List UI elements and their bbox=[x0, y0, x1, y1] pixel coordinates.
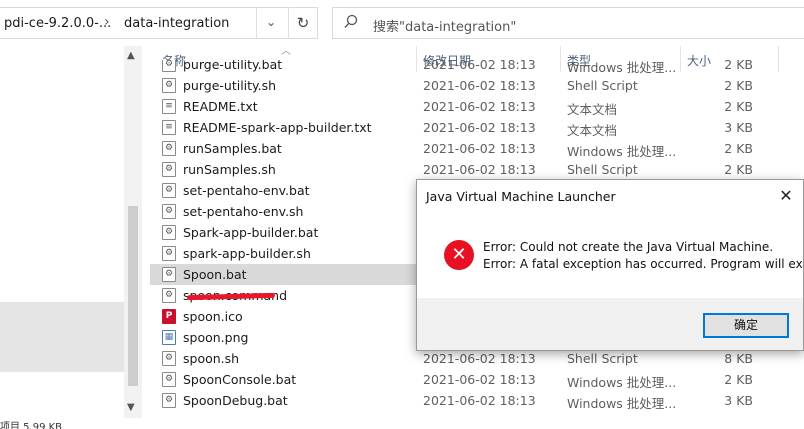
file-size: 3 KB bbox=[724, 120, 753, 135]
file-name: spoon.sh bbox=[183, 351, 240, 366]
error-icon: ✕ bbox=[444, 240, 474, 270]
file-row[interactable]: ≡ README-spark-app-builder.txt 2021-06-02 … bbox=[150, 117, 804, 138]
file-name: purge-utility.sh bbox=[183, 78, 277, 93]
bat-file-icon: ⚙ bbox=[162, 393, 176, 408]
sh-file-icon: ⚙ bbox=[162, 78, 176, 93]
scroll-up-icon[interactable]: ▲ bbox=[127, 50, 135, 61]
file-name: runSamples.bat bbox=[183, 141, 282, 156]
scroll-down-icon[interactable]: ▼ bbox=[127, 402, 135, 413]
close-icon: ✕ bbox=[779, 186, 793, 205]
file-type: Shell Script bbox=[567, 162, 638, 177]
file-size: 2 KB bbox=[724, 60, 753, 72]
file-name: README-spark-app-builder.txt bbox=[183, 120, 372, 135]
search-box[interactable]: 搜索"data-integration" bbox=[332, 7, 804, 39]
error-message-line2: Error: A fatal exception has occurred. P… bbox=[483, 257, 804, 271]
refresh-button[interactable]: ↻ bbox=[288, 7, 318, 39]
file-row[interactable]: ⚙ SpoonDebug.bat 2021-06-02 18:13 Windows 批… bbox=[150, 390, 804, 411]
file-type: Windows 批处理... bbox=[567, 396, 677, 411]
bat-file-icon: ⚙ bbox=[162, 372, 176, 387]
file-row[interactable]: ⚙ SpoonConsole.bat 2021-06-02 18:13 Windows… bbox=[150, 369, 804, 390]
file-date: 2021-06-02 18:13 bbox=[423, 78, 536, 93]
file-name: spoon.png bbox=[183, 330, 249, 345]
search-icon bbox=[344, 14, 358, 28]
nav-scrollbar[interactable]: ▲ ▼ bbox=[124, 46, 142, 418]
toolbar: pdi-ce-9.2.0.0-... › data-integration ⌄ … bbox=[0, 0, 804, 46]
file-type: 文本文档 bbox=[567, 102, 618, 117]
file-row[interactable]: ⚙ runSamples.sh 2021-06-02 18:13 Shell Scri… bbox=[150, 159, 804, 180]
file-name: set-pentaho-env.sh bbox=[183, 204, 304, 219]
file-size: 2 KB bbox=[724, 141, 753, 156]
file-name: Spark-app-builder.bat bbox=[183, 225, 319, 240]
file-date: 2021-06-02 18:13 bbox=[423, 120, 536, 135]
txt-file-icon: ≡ bbox=[162, 120, 176, 135]
status-bar-text: 项目 5.99 KB bbox=[0, 422, 63, 429]
file-date: 2021-06-02 18:13 bbox=[423, 372, 536, 387]
file-date: 2021-06-02 18:13 bbox=[423, 351, 536, 366]
file-type: 文本文档 bbox=[567, 123, 618, 138]
file-date: 2021-06-02 18:13 bbox=[423, 99, 536, 114]
bat-file-icon: ⚙ bbox=[162, 60, 176, 72]
sh-file-icon: ⚙ bbox=[162, 204, 176, 219]
file-date: 2021-06-02 18:13 bbox=[423, 162, 536, 177]
file-size: 8 KB bbox=[724, 351, 753, 366]
txt-file-icon: ≡ bbox=[162, 99, 176, 114]
breadcrumb-segment-parent[interactable]: pdi-ce-9.2.0.0-... bbox=[4, 16, 111, 31]
file-date: 2021-06-02 18:13 bbox=[423, 141, 536, 156]
bat-file-icon: ⚙ bbox=[162, 141, 176, 156]
file-size: 2 KB bbox=[724, 372, 753, 387]
chevron-down-icon: ⌄ bbox=[266, 15, 277, 29]
file-row[interactable]: ⚙ spoon.sh 2021-06-02 18:13 Shell Script 8 K… bbox=[150, 348, 804, 369]
file-name: runSamples.sh bbox=[183, 162, 276, 177]
error-dialog: Java Virtual Machine Launcher ✕ ✕ Error:… bbox=[416, 179, 804, 351]
bat-file-icon: ⚙ bbox=[162, 225, 176, 240]
file-type: Windows 批处理... bbox=[567, 60, 677, 75]
bat-file-icon: ⚙ bbox=[162, 183, 176, 198]
file-type: Shell Script bbox=[567, 351, 638, 366]
file-date: 2021-06-02 18:13 bbox=[423, 60, 536, 72]
file-size: 2 KB bbox=[724, 162, 753, 177]
file-name: spark-app-builder.sh bbox=[183, 246, 311, 261]
file-date: 2021-06-02 18:13 bbox=[423, 393, 536, 408]
sh-file-icon: ⚙ bbox=[162, 246, 176, 261]
file-size: 2 KB bbox=[724, 99, 753, 114]
scrollbar-thumb[interactable] bbox=[128, 206, 138, 386]
dialog-title: Java Virtual Machine Launcher bbox=[426, 189, 616, 204]
png-file-icon: ▦ bbox=[162, 330, 176, 345]
file-name: purge-utility.bat bbox=[183, 60, 283, 72]
error-message-line1: Error: Could not create the Java Virtual… bbox=[483, 240, 774, 254]
breadcrumb-segment-current[interactable]: data-integration bbox=[124, 16, 229, 31]
sort-ascending-icon: ︿ bbox=[281, 46, 291, 57]
navigation-pane[interactable] bbox=[0, 46, 124, 429]
command-file-icon: ⚙ bbox=[162, 288, 176, 303]
file-name: SpoonDebug.bat bbox=[183, 393, 288, 408]
ico-file-icon: P bbox=[162, 309, 176, 324]
file-name: SpoonConsole.bat bbox=[183, 372, 297, 387]
search-placeholder[interactable]: 搜索"data-integration" bbox=[373, 16, 516, 35]
file-type: Shell Script bbox=[567, 78, 638, 93]
nav-selected-item[interactable] bbox=[0, 302, 124, 372]
sh-file-icon: ⚙ bbox=[162, 162, 176, 177]
close-button[interactable]: ✕ bbox=[769, 180, 803, 212]
ok-button[interactable]: 确定 bbox=[703, 313, 789, 338]
file-name: README.txt bbox=[183, 99, 258, 114]
address-dropdown-button[interactable]: ⌄ bbox=[256, 8, 286, 38]
file-name: set-pentaho-env.bat bbox=[183, 183, 310, 198]
sh-file-icon: ⚙ bbox=[162, 351, 176, 366]
file-row[interactable]: ⚙ runSamples.bat 2021-06-02 18:13 Windows 批… bbox=[150, 138, 804, 159]
file-row[interactable]: ≡ README.txt 2021-06-02 18:13 文本文档 2 KB bbox=[150, 96, 804, 117]
file-name: spoon.ico bbox=[183, 309, 243, 324]
file-name: Spoon.bat bbox=[183, 267, 247, 282]
bat-file-icon: ⚙ bbox=[162, 267, 176, 282]
address-bar[interactable]: pdi-ce-9.2.0.0-... › data-integration ⌄ bbox=[0, 7, 318, 39]
dialog-footer: 确定 bbox=[417, 298, 803, 350]
file-size: 2 KB bbox=[724, 78, 753, 93]
file-type: Windows 批处理... bbox=[567, 144, 677, 159]
refresh-icon: ↻ bbox=[296, 14, 310, 32]
file-row[interactable]: ⚙ purge-utility.sh 2021-06-02 18:13 Shell S… bbox=[150, 75, 804, 96]
file-size: 3 KB bbox=[724, 393, 753, 408]
dialog-body: ✕ Error: Could not create the Java Virtu… bbox=[417, 212, 804, 298]
file-row[interactable]: ⚙ purge-utility.bat 2021-06-02 18:13 Window… bbox=[150, 60, 804, 75]
breadcrumb-chevron-icon[interactable]: › bbox=[104, 14, 110, 30]
file-type: Windows 批处理... bbox=[567, 375, 677, 390]
